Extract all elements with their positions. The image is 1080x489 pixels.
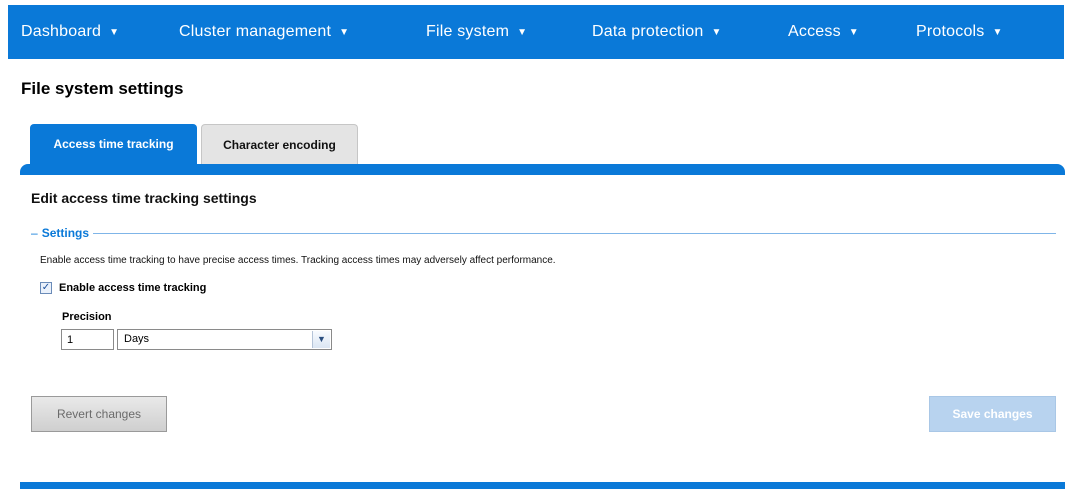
nav-dashboard[interactable]: Dashboard ▼ (21, 5, 119, 59)
page-title: File system settings (21, 79, 184, 98)
nav-data-protection-label: Data protection (592, 23, 704, 40)
save-changes-button[interactable]: Save changes (929, 396, 1056, 432)
enable-access-time-tracking-label[interactable]: Enable access time tracking (59, 282, 206, 294)
precision-label: Precision (62, 311, 112, 323)
nav-file-system[interactable]: File system ▼ (426, 5, 527, 59)
chevron-down-icon: ▼ (992, 27, 1003, 38)
nav-file-system-label: File system (426, 23, 510, 40)
panel-footer-bar (20, 482, 1065, 489)
collapse-icon: – (31, 226, 38, 240)
section-heading: Edit access time tracking settings (31, 190, 257, 206)
tab-character-encoding[interactable]: Character encoding (201, 124, 358, 164)
fieldset-divider (31, 233, 1056, 234)
nav-protocols-label: Protocols (916, 23, 985, 40)
settings-legend[interactable]: – Settings (31, 226, 94, 240)
tab-access-time-tracking[interactable]: Access time tracking (30, 124, 197, 164)
precision-value-input[interactable] (61, 329, 114, 350)
chevron-down-icon: ▼ (711, 27, 722, 38)
top-navigation-bar: Dashboard ▼ Cluster management ▼ File syst… (8, 5, 1064, 59)
nav-data-protection[interactable]: Data protection ▼ (592, 5, 722, 59)
precision-unit-value: Days (124, 333, 150, 345)
revert-changes-button[interactable]: Revert changes (31, 396, 167, 432)
nav-dashboard-label: Dashboard (21, 23, 102, 40)
nav-access-label: Access (788, 23, 841, 40)
nav-cluster-management-label: Cluster management (179, 23, 332, 40)
nav-protocols[interactable]: Protocols ▼ (916, 5, 1003, 59)
settings-description: Enable access time tracking to have prec… (40, 255, 556, 266)
chevron-down-icon: ▼ (517, 27, 528, 38)
enable-access-time-tracking-checkbox[interactable]: ✓ (40, 282, 52, 294)
settings-legend-label: Settings (41, 226, 90, 240)
nav-cluster-management[interactable]: Cluster management ▼ (179, 5, 349, 59)
precision-unit-select[interactable]: Days ▼ (117, 329, 332, 350)
dropdown-arrow-icon[interactable]: ▼ (312, 331, 330, 348)
panel-header-bar (20, 164, 1065, 175)
chevron-down-icon: ▼ (848, 27, 859, 38)
nav-access[interactable]: Access ▼ (788, 5, 859, 59)
chevron-down-icon: ▼ (339, 27, 350, 38)
chevron-down-icon: ▼ (109, 27, 120, 38)
